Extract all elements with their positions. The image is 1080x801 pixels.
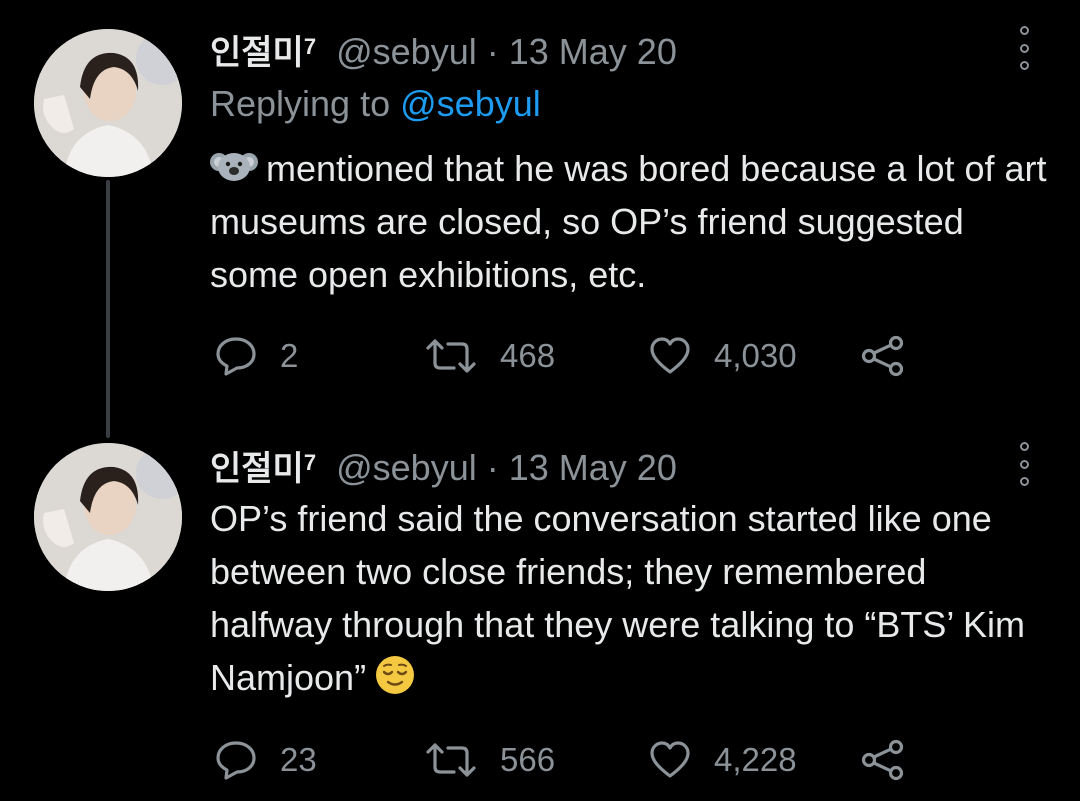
tweet-text-content: mentioned that he was bored because a lo… bbox=[210, 148, 1047, 295]
tweet-header: 인절미7 @sebyul · 13 May 20 bbox=[210, 443, 677, 490]
like-count: 4,030 bbox=[714, 337, 797, 374]
reply-count: 23 bbox=[280, 741, 317, 778]
koala-emoji-icon bbox=[210, 144, 258, 181]
tweet-text: mentioned that he was bored because a lo… bbox=[210, 142, 1050, 301]
timestamp[interactable]: 13 May 20 bbox=[509, 447, 677, 488]
name-superscript: 7 bbox=[303, 34, 317, 59]
reply-button[interactable]: 2 bbox=[214, 334, 298, 378]
reply-button[interactable]: 23 bbox=[214, 738, 317, 782]
replying-handle-link[interactable]: @sebyul bbox=[400, 83, 541, 124]
retweet-count: 566 bbox=[500, 741, 556, 778]
separator: · bbox=[486, 447, 499, 488]
like-button[interactable]: 4,228 bbox=[648, 738, 797, 782]
tweet[interactable]: 인절미7 @sebyul · 13 May 20 OP’s friend sai… bbox=[0, 420, 1080, 801]
tweet-text-content: OP’s friend said the conversation starte… bbox=[210, 498, 1026, 698]
tweet-text: OP’s friend said the conversation starte… bbox=[210, 492, 1050, 704]
avatar[interactable] bbox=[34, 29, 182, 177]
reply-icon bbox=[214, 335, 258, 377]
tweet[interactable]: 인절미7 @sebyul · 13 May 20 Replying to @se… bbox=[0, 0, 1080, 438]
display-name[interactable]: 인절미 bbox=[210, 449, 304, 489]
timestamp[interactable]: 13 May 20 bbox=[509, 31, 677, 72]
heart-icon bbox=[648, 336, 692, 376]
retweet-count: 468 bbox=[500, 337, 556, 374]
retweet-button[interactable]: 468 bbox=[424, 334, 555, 378]
share-icon bbox=[860, 335, 906, 377]
heart-icon bbox=[648, 740, 692, 780]
reply-count: 2 bbox=[280, 337, 299, 374]
replying-prefix: Replying to bbox=[210, 83, 391, 124]
relieved-face-emoji-icon bbox=[374, 654, 416, 696]
share-button[interactable] bbox=[860, 738, 906, 782]
retweet-icon bbox=[424, 336, 478, 376]
tweet-header: 인절미7 @sebyul · 13 May 20 bbox=[210, 27, 677, 74]
retweet-button[interactable]: 566 bbox=[424, 738, 555, 782]
tweet-actions: 2 468 4,030 bbox=[214, 334, 914, 378]
retweet-icon bbox=[424, 740, 478, 780]
thread-connector-line bbox=[106, 180, 110, 438]
display-name[interactable]: 인절미 bbox=[210, 33, 304, 73]
like-count: 4,228 bbox=[714, 741, 797, 778]
replying-to: Replying to @sebyul bbox=[210, 84, 541, 124]
tweet-actions: 23 566 4,228 bbox=[214, 738, 914, 782]
more-options-icon[interactable] bbox=[1016, 26, 1032, 70]
like-button[interactable]: 4,030 bbox=[648, 334, 797, 378]
more-options-icon[interactable] bbox=[1016, 442, 1032, 486]
name-superscript: 7 bbox=[303, 450, 317, 475]
share-button[interactable] bbox=[860, 334, 906, 378]
handle[interactable]: @sebyul bbox=[336, 447, 477, 488]
handle[interactable]: @sebyul bbox=[336, 31, 477, 72]
share-icon bbox=[860, 739, 906, 781]
reply-icon bbox=[214, 739, 258, 781]
avatar[interactable] bbox=[34, 443, 182, 591]
separator: · bbox=[486, 31, 499, 72]
